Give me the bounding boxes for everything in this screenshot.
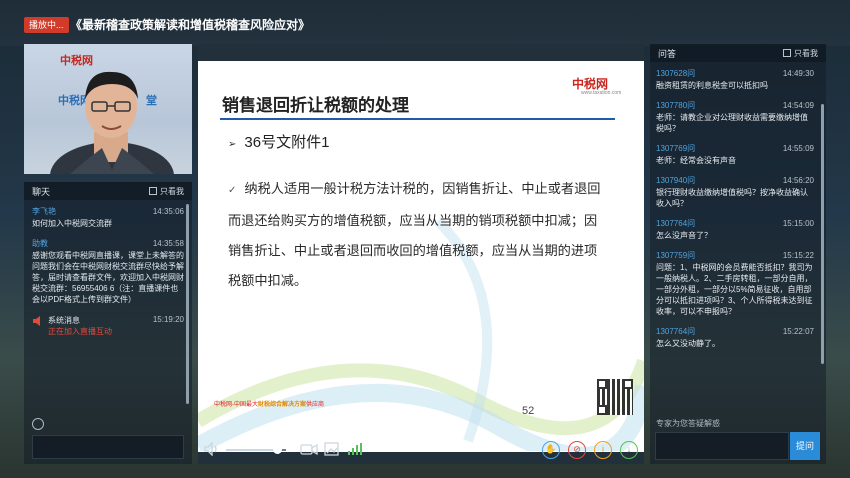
screenshot-icon[interactable] (324, 441, 340, 460)
check-bullet-icon: ✓ (228, 185, 237, 196)
chat-user[interactable]: 李飞艳 (32, 206, 56, 217)
checkbox-icon[interactable] (149, 187, 157, 195)
only-me-label: 只看我 (160, 186, 184, 196)
qa-item: 1307769问 14:55:09 老师：经常会没有声音 (650, 143, 820, 166)
slide-paragraph: ✓ 纳税人适用一般计税方法计税的，因销售折让、中止或者退回而退还给购买方的增值税额… (228, 174, 608, 296)
qa-item: 1307780问 14:54:09 老师：请教企业对公理财收益需要缴纳增值税吗？ (650, 100, 820, 134)
qa-time: 15:22:07 (782, 327, 814, 336)
qa-user[interactable]: 1307940问 (656, 175, 695, 186)
question-input[interactable] (655, 432, 789, 460)
qa-time: 15:15:00 (782, 219, 814, 228)
volume-level (226, 449, 277, 451)
info-icon[interactable]: i (594, 441, 612, 459)
download-icon[interactable]: ↓ (620, 441, 638, 459)
qa-item: 1307940问 14:56:20 银行理财收益缴纳增值税吗？按净收益确认收入吗？ (650, 175, 820, 209)
slide-logo-url: www.taxation.com (581, 90, 622, 96)
qa-text: 融资租赁的利息税金可以抵扣吗 (656, 81, 768, 90)
arrow-bullet-icon: ➢ (228, 139, 237, 150)
footer-prefix: 中税网-中国最大 (214, 402, 258, 408)
slide-footer: 中税网-中国最大财税综合解决方案供应商 (214, 399, 324, 408)
chat-text: 如何加入中税网交流群 (32, 219, 112, 228)
qa-user[interactable]: 1307780问 (656, 100, 695, 111)
heading-underline (220, 118, 615, 120)
chat-user[interactable]: 助教 (32, 238, 48, 249)
chat-time: 14:35:58 (152, 239, 184, 248)
qa-text: 怎么没声音了？ (656, 231, 712, 240)
only-me-label: 只看我 (794, 48, 818, 58)
paragraph-text: 纳税人适用一般计税方法计税的，因销售折让、中止或者退回而退还给购买方的增值税额，… (228, 181, 601, 288)
signal-strength-icon (348, 443, 362, 458)
qa-header: 问答 只看我 (650, 44, 826, 62)
qa-text: 银行理财收益缴纳增值税吗？按净收益确认收入吗？ (656, 188, 808, 208)
qa-time: 14:56:20 (782, 176, 814, 185)
slide-area: 销售退回折让税额的处理 中税网 www.taxation.com ➢ 36号文附件… (198, 44, 644, 464)
footer-highlight: 财税综合解决方案 (258, 402, 307, 408)
qa-list: 1307628问 14:49:30 融资租赁的利息税金可以抵扣吗 1307780问… (650, 64, 820, 349)
chat-header: 聊天 只看我 (24, 182, 192, 200)
chat-time: 14:35:06 (152, 207, 184, 216)
live-status-badge: 播放中... (24, 17, 69, 33)
system-message: 系统消息 15:19:20 正在加入直播互动 (24, 315, 192, 337)
qa-time: 15:15:22 (782, 251, 814, 260)
slide-heading: 销售退回折让税额的处理 (222, 96, 409, 115)
presentation-slide: 销售退回折让税额的处理 中税网 www.taxation.com ➢ 36号文附件… (198, 61, 644, 452)
chat-title: 聊天 (32, 186, 51, 197)
qa-time: 14:55:09 (782, 144, 814, 153)
qa-item: 1307759问 15:15:22 问题：1、中税网的会员费能否抵扣？我司为一般纳… (650, 250, 820, 317)
left-column: 中税网 中税网 堂 聊天 只看我 李飞艳 14:35:06 如何加入中税网交流群… (24, 44, 192, 464)
qa-text: 老师：请教企业对公理财收益需要缴纳增值税吗？ (656, 113, 808, 133)
qr-code-icon (597, 379, 633, 415)
qa-item: 1307764问 15:22:07 怎么又没动静了。 (650, 326, 820, 349)
teacher-figure (50, 71, 174, 174)
qa-time: 14:54:09 (782, 101, 814, 110)
top-bar: 播放中... 《最新稽查政策解读和增值税稽查风险应对》 (0, 0, 850, 46)
qa-user[interactable]: 1307764问 (656, 326, 695, 337)
qa-item: 1307628问 14:49:30 融资租赁的利息税金可以抵扣吗 (650, 68, 820, 91)
bullet-text: 36号文附件1 (244, 134, 330, 151)
slide-bullet: ➢ 36号文附件1 (228, 131, 329, 152)
teacher-webcam: 中税网 中税网 堂 (24, 44, 192, 174)
camera-icon[interactable] (300, 442, 318, 459)
chat-only-me-toggle[interactable]: 只看我 (149, 186, 184, 197)
chat-message: 李飞艳 14:35:06 如何加入中税网交流群 (24, 206, 192, 229)
mic-icon[interactable]: ⊘ (568, 441, 586, 459)
qa-user[interactable]: 1307764问 (656, 218, 695, 229)
player-controls: ✋ ⊘ i ↓ (198, 432, 644, 468)
checkbox-icon[interactable] (783, 49, 791, 57)
qa-only-me-toggle[interactable]: 只看我 (783, 48, 818, 59)
qa-user[interactable]: 1307628问 (656, 68, 695, 79)
speaker-icon (32, 315, 44, 327)
qa-panel: 问答 只看我 1307628问 14:49:30 融资租赁的利息税金可以抵扣吗 1… (650, 44, 826, 464)
qa-text: 怎么又没动静了。 (656, 339, 720, 348)
qa-time: 14:49:30 (782, 69, 814, 78)
volume-icon[interactable] (204, 441, 220, 459)
ask-button[interactable]: 提问 (790, 432, 820, 460)
footer-suffix: 供应商 (306, 402, 325, 408)
page-number: 52 (522, 405, 535, 417)
raise-hand-icon[interactable]: ✋ (542, 441, 560, 459)
system-label: 系统消息 (48, 316, 80, 325)
emoji-icon[interactable] (32, 418, 44, 430)
chat-message: 助教 14:35:58 感谢您观看中税网直播课，课堂上未解答的问题我们会在中税网… (24, 238, 192, 305)
qa-item: 1307764问 15:15:00 怎么没声音了？ (650, 218, 820, 241)
chat-input[interactable] (32, 435, 184, 459)
chat-scrollbar[interactable] (186, 204, 189, 404)
chat-panel: 聊天 只看我 李飞艳 14:35:06 如何加入中税网交流群 助教 14:35:… (24, 182, 192, 464)
qa-user[interactable]: 1307759问 (656, 250, 695, 261)
qa-input-hint: 专家为您答疑解惑 (656, 419, 720, 428)
system-time: 15:19:20 (152, 315, 184, 324)
volume-slider[interactable] (226, 445, 286, 454)
qa-text: 老师：经常会没有声音 (656, 156, 736, 165)
system-text: 正在加入直播互动 (48, 327, 112, 336)
qa-scrollbar[interactable] (821, 104, 824, 364)
volume-knob[interactable] (273, 445, 282, 454)
qa-text: 问题：1、中税网的会员费能否抵扣？我司为一般纳税人。2、二手房转租，一部分自用，… (656, 263, 813, 316)
course-title: 《最新稽查政策解读和增值税稽查风险应对》 (70, 18, 311, 32)
chat-text: 感谢您观看中税网直播课，课堂上未解答的问题我们会在中税网财税交流群尽快给予解答，… (32, 251, 184, 304)
qa-title: 问答 (658, 48, 677, 59)
qa-user[interactable]: 1307769问 (656, 143, 695, 154)
